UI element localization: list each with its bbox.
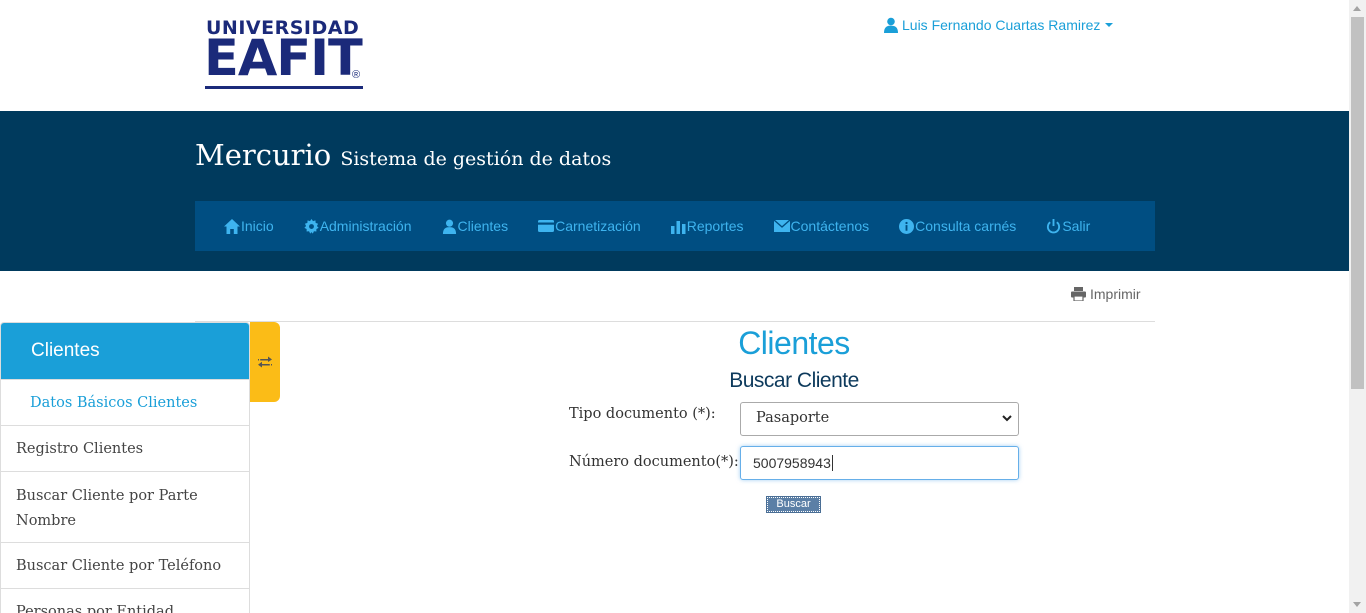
sidebar-item-registro[interactable]: Registro Clientes <box>1 425 249 471</box>
divider <box>195 321 1155 322</box>
nav-label: Reportes <box>686 218 744 234</box>
caret-down-icon <box>1105 23 1114 27</box>
nav-label: Clientes <box>457 218 509 234</box>
sidebar-title: Clientes <box>1 323 249 379</box>
doc-type-value: Pasaporte <box>756 410 830 426</box>
print-button[interactable]: Imprimir <box>1071 286 1141 302</box>
text-caret <box>831 455 833 471</box>
top-header: UNIVERSIDAD EAFIT ® Luis Fernando Cuarta… <box>0 0 1349 111</box>
user-icon <box>442 219 456 234</box>
user-name: Luis Fernando Cuartas Ramirez <box>902 17 1101 33</box>
page-subtitle: Buscar Cliente <box>729 369 859 392</box>
nav-label: Administración <box>319 218 412 234</box>
card-icon <box>538 220 555 232</box>
app-subtitle: Sistema de gestión de datos <box>340 148 612 170</box>
doc-number-label: Número documento(*): <box>569 454 739 470</box>
nav-item-contactenos[interactable]: Contáctenos <box>773 218 870 234</box>
scrollbar-thumb[interactable] <box>1351 17 1364 389</box>
logo-registered: ® <box>352 69 361 81</box>
nav-item-clientes[interactable]: Clientes <box>442 218 509 234</box>
nav-item-inicio[interactable]: Inicio <box>224 218 274 234</box>
chevron-down-icon <box>1002 415 1012 422</box>
envelope-icon <box>773 220 790 232</box>
sidebar-item-buscar-telefono[interactable]: Buscar Cliente por Teléfono <box>1 542 249 588</box>
nav-label: Contáctenos <box>790 218 870 234</box>
home-icon <box>224 218 240 234</box>
main-nav: Inicio Administración Clientes Carnetiza… <box>195 201 1155 251</box>
nav-item-salir[interactable]: Salir <box>1046 218 1090 234</box>
gear-icon <box>304 218 319 234</box>
info-icon <box>899 218 915 234</box>
swap-arrows-icon <box>258 356 272 368</box>
eafit-logo[interactable]: UNIVERSIDAD EAFIT ® <box>204 17 368 91</box>
doc-number-value: 5007958943 <box>753 455 831 471</box>
bar-chart-icon <box>670 220 686 234</box>
nav-label: Consulta carnés <box>915 218 1017 234</box>
nav-item-administracion[interactable]: Administración <box>304 218 412 234</box>
print-icon <box>1071 287 1086 301</box>
sidebar-item-buscar-nombre[interactable]: Buscar Cliente por Parte Nombre <box>1 471 249 542</box>
app-name: Mercurio <box>195 138 332 172</box>
search-button[interactable]: Buscar <box>766 496 821 513</box>
sidebar: Clientes Datos Básicos Clientes Registro… <box>0 322 250 613</box>
doc-type-label: Tipo documento (*): <box>569 406 716 422</box>
sidebar-item-personas-entidad[interactable]: Personas por Entidad <box>1 588 249 613</box>
scroll-down-arrow-icon[interactable] <box>1353 602 1361 607</box>
sidebar-toggle[interactable] <box>250 322 280 402</box>
scroll-up-arrow-icon[interactable] <box>1353 6 1361 11</box>
user-icon <box>884 17 898 33</box>
sidebar-item-datos-basicos[interactable]: Datos Básicos Clientes <box>1 379 249 425</box>
doc-number-input[interactable]: 5007958943 <box>740 446 1019 480</box>
user-menu[interactable]: Luis Fernando Cuartas Ramirez <box>883 15 1114 35</box>
print-label: Imprimir <box>1090 286 1141 302</box>
nav-label: Salir <box>1062 218 1091 234</box>
page: UNIVERSIDAD EAFIT ® Luis Fernando Cuarta… <box>0 0 1366 613</box>
nav-label: Carnetización <box>555 218 641 234</box>
logo-line2: EAFIT <box>204 29 363 87</box>
brand: Mercurio Sistema de gestión de datos <box>195 138 611 172</box>
nav-label: Inicio <box>241 218 274 234</box>
nav-item-carnetizacion[interactable]: Carnetización <box>538 218 641 234</box>
page-title: Clientes <box>738 325 850 361</box>
nav-item-reportes[interactable]: Reportes <box>670 218 744 234</box>
doc-type-select[interactable]: Pasaporte <box>740 402 1019 436</box>
logo-underline <box>205 86 363 89</box>
nav-item-consulta-carnes[interactable]: Consulta carnés <box>899 218 1016 234</box>
power-icon <box>1047 218 1061 233</box>
